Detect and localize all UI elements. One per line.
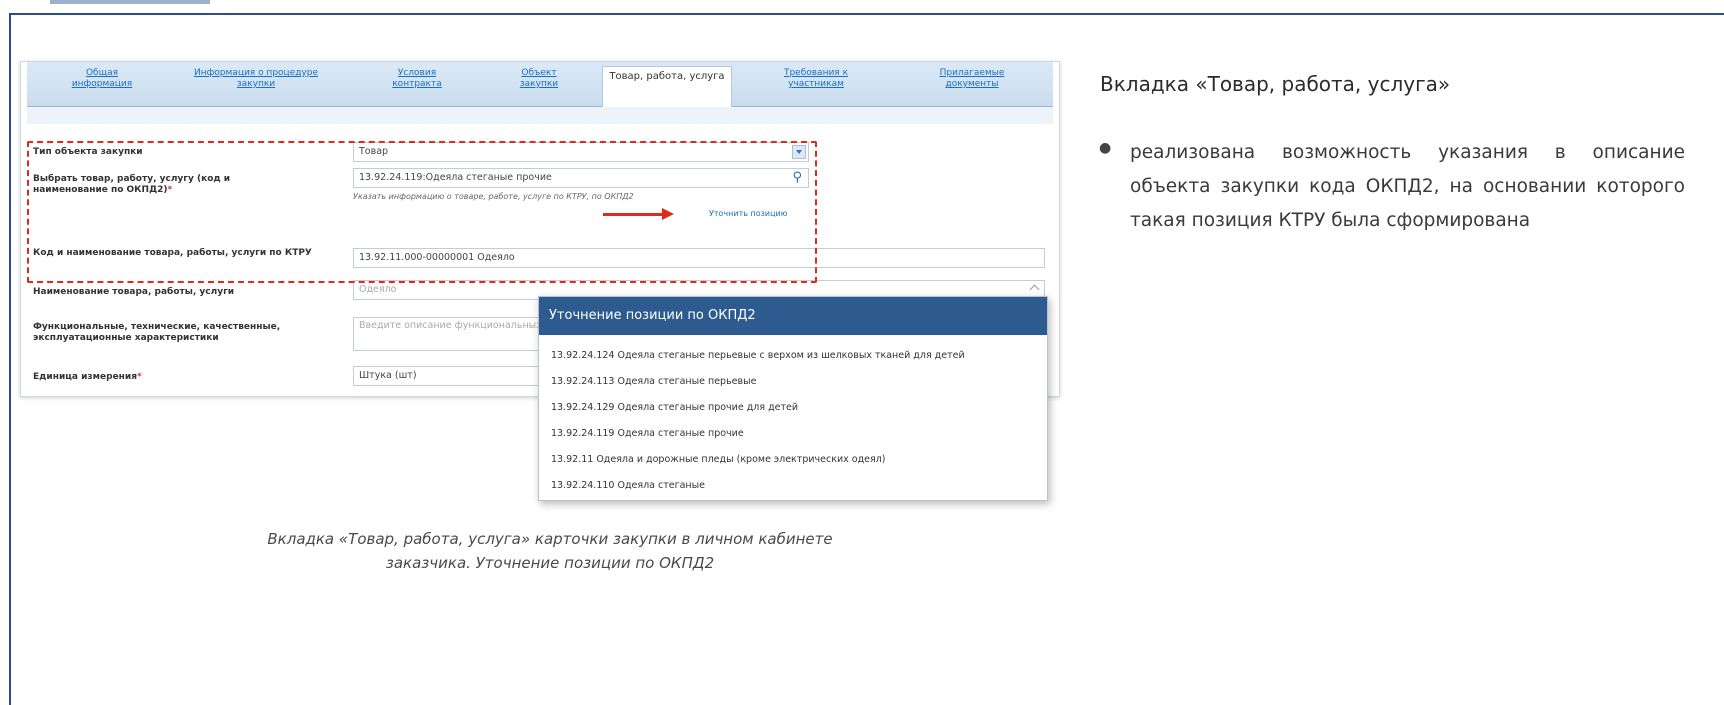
popup-list: 13.92.24.124 Одеяла стеганые перьевые с … bbox=[539, 335, 1047, 499]
slide-top-decoration bbox=[50, 0, 210, 4]
tab-participant-requirements[interactable]: Требования к участникам bbox=[761, 68, 871, 100]
tab-content-strip bbox=[27, 107, 1053, 124]
unit-value: Штука (шт) bbox=[359, 370, 417, 381]
tab-bar: Общая информация Информация о процедуре … bbox=[27, 62, 1053, 107]
item-name-label: Наименование товара, работы, услуги bbox=[33, 287, 235, 297]
unit-label: Единица измерения* bbox=[33, 372, 142, 383]
tab-contract-terms[interactable]: Условия контракта bbox=[377, 68, 457, 100]
tab-attached-documents[interactable]: Прилагаемые документы bbox=[917, 68, 1027, 100]
popup-item[interactable]: 13.92.24.129 Одеяла стеганые прочие для … bbox=[539, 395, 1047, 421]
specs-textarea[interactable]: Введите описание функциональных bbox=[353, 317, 553, 351]
popup-title: Уточнение позиции по ОКПД2 bbox=[539, 297, 1047, 335]
side-bullet-text: реализована возможность указания в описа… bbox=[1130, 142, 1685, 231]
popup-item[interactable]: 13.92.24.113 Одеяла стеганые перьевые bbox=[539, 369, 1047, 395]
tab-procedure-info[interactable]: Информация о процедуре закупки bbox=[181, 68, 331, 100]
popup-item[interactable]: 13.92.24.124 Одеяла стеганые перьевые с … bbox=[539, 343, 1047, 369]
highlight-box bbox=[27, 141, 817, 283]
caption-line-1: Вкладка «Товар, работа, услуга» карточки… bbox=[267, 530, 833, 548]
chevron-up-icon[interactable] bbox=[1029, 284, 1040, 295]
screenshot-caption: Вкладка «Товар, работа, услуга» карточки… bbox=[150, 527, 950, 575]
popup-item[interactable]: 13.92.24.110 Одеяла стеганые bbox=[539, 473, 1047, 499]
unit-select[interactable]: Штука (шт) bbox=[353, 366, 553, 386]
unit-required-mark: * bbox=[136, 372, 142, 382]
caption-line-2: заказчика. Уточнение позиции по ОКПД2 bbox=[385, 554, 715, 572]
side-title: Вкладка «Товар, работа, услуга» bbox=[1100, 72, 1451, 96]
specs-label: Функциональные, технические, качественны… bbox=[33, 322, 281, 343]
bullet-icon: ● bbox=[1099, 140, 1112, 156]
unit-label-text: Единица измерения bbox=[33, 372, 137, 382]
item-name-value: Одеяло bbox=[359, 284, 397, 295]
tab-general-info[interactable]: Общая информация bbox=[67, 68, 137, 100]
okpd2-refine-popup: Уточнение позиции по ОКПД2 13.92.24.124 … bbox=[538, 296, 1048, 501]
tab-procurement-object[interactable]: Объект закупки bbox=[509, 68, 569, 100]
tab-goods-works-services[interactable]: Товар, работа, услуга bbox=[602, 66, 732, 107]
popup-item[interactable]: 13.92.11 Одеяла и дорожные пледы (кроме … bbox=[539, 447, 1047, 473]
specs-placeholder: Введите описание функциональных bbox=[359, 320, 542, 331]
popup-item[interactable]: 13.92.24.119 Одеяла стеганые прочие bbox=[539, 421, 1047, 447]
